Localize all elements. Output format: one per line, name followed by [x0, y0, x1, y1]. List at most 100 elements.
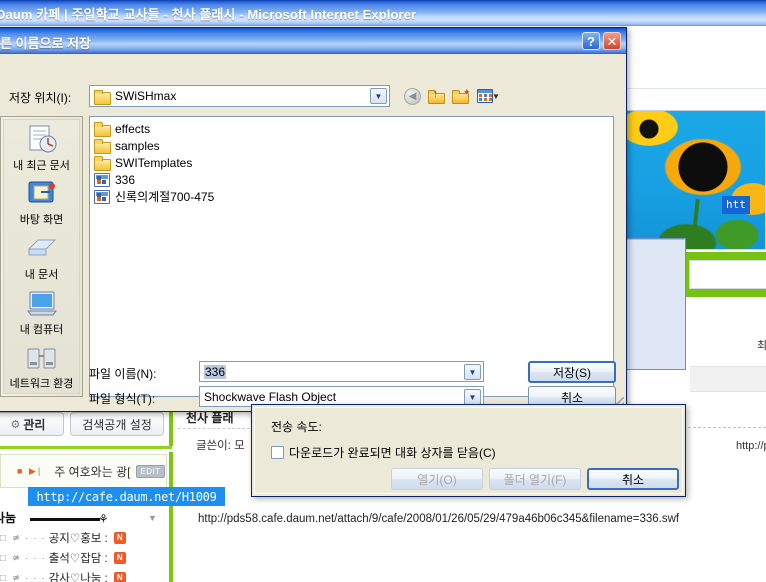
file-list-item[interactable]: effects	[90, 120, 613, 137]
filetype-value: Shockwave Flash Object	[204, 389, 337, 404]
board-label: 공지♡홍보 :	[48, 533, 108, 545]
content-divider	[624, 88, 766, 89]
lookin-value: SWiSHmax	[115, 89, 177, 103]
cancel-button-label: 취소	[560, 390, 584, 405]
new-folder-glyph: ✦	[451, 87, 471, 104]
filename-label: 파일 이름(N):	[89, 367, 157, 381]
list-item[interactable]: □ ≄ · · · 출석♡잡담 : N	[0, 548, 170, 568]
lookin-label: 저장 위치(I):	[9, 91, 72, 105]
file-list-item[interactable]: 신록의계절700-475	[90, 188, 613, 205]
board-icon: □	[0, 552, 7, 564]
desktop-icon	[25, 178, 59, 210]
chevron-down-icon[interactable]: ▼	[370, 88, 387, 104]
screen: htt 최 http://p ⚙ 관리 검색공개 설정 ■ ▶| 주 여호와는 …	[0, 0, 766, 582]
close-when-done-row[interactable]: 다운로드가 완료되면 대화 상자를 닫음(C)	[271, 444, 496, 461]
recent-documents-icon	[25, 124, 59, 156]
open-button[interactable]: 열기(O)	[391, 468, 483, 490]
save-button[interactable]: 저장(S)	[528, 361, 616, 383]
search-setting-button[interactable]: 검색공개 설정	[70, 412, 164, 436]
back-arrow-glyph: ◀	[404, 87, 421, 105]
image-url-chip: htt	[722, 196, 750, 214]
new-folder-icon[interactable]: ✦	[450, 86, 471, 106]
sidebar-item-desktop[interactable]: 바탕 화면	[4, 178, 79, 227]
save-as-dialog: 른 이름으로 저장 ? ✕ 저장 위치(I): SWiSHmax ▼ ◀ ↑ ✦…	[0, 27, 627, 412]
manage-button-label: 관리	[23, 417, 46, 432]
places-bar-inner: 내 최근 문서 바탕 화면 내 문서 내 컴퓨터 네트워크 환경	[3, 119, 80, 394]
save-dialog-title: 른 이름으로 저장	[0, 36, 91, 51]
file-name: samples	[115, 138, 160, 153]
board-indent: ≄ · · ·	[12, 572, 46, 582]
open-folder-button-label: 폴더 열기(F)	[503, 472, 567, 487]
chevron-down-icon[interactable]: ▼	[464, 389, 481, 405]
right-http-text: http://p	[736, 440, 766, 452]
back-arrow-icon[interactable]: ◀	[402, 86, 423, 106]
gear-icon: ⚙	[10, 418, 21, 431]
right-text-fragment: 최	[757, 340, 766, 352]
network-places-icon	[25, 342, 59, 374]
green-accent-band	[683, 252, 766, 297]
cafe-banner[interactable]: ■ ▶| 주 여호와는 광[ EDIT	[0, 454, 167, 488]
filename-input[interactable]: 336 ▼	[199, 361, 484, 382]
browser-titlebar[interactable]: Daum 카페 | 주일학교 교사들 - 천사 플래시 - Microsoft …	[0, 0, 766, 26]
right-gray-panel	[690, 366, 766, 392]
sidebar-item-label: 네트워크 환경	[9, 378, 74, 390]
banner-edit-button[interactable]: EDIT	[136, 464, 165, 478]
list-item[interactable]: □ ≄ · · · 공지♡홍보 : N	[0, 528, 170, 548]
cafe-section-label: 나눔	[0, 511, 17, 525]
sidebar-item-my-documents[interactable]: 내 문서	[4, 233, 79, 282]
new-badge: N	[113, 532, 126, 544]
file-list-item[interactable]: samples	[90, 137, 613, 154]
download-dialog-inner: 전송 속도: 다운로드가 완료되면 대화 상자를 닫음(C) 열기(O) 폴더 …	[254, 407, 683, 494]
download-dialog: 전송 속도: 다운로드가 완료되면 대화 상자를 닫음(C) 열기(O) 폴더 …	[251, 404, 686, 497]
chevron-down-icon[interactable]: ▼	[492, 92, 500, 101]
status-bar-url: http://pds58.cafe.daum.net/attach/9/cafe…	[198, 513, 680, 525]
file-name: SWITemplates	[115, 155, 193, 170]
help-button[interactable]: ?	[582, 32, 600, 50]
sidebar-item-label: 내 컴퓨터	[19, 324, 64, 336]
board-label: 감사♡나눔 :	[48, 573, 108, 582]
board-label: 출석♡잡담 :	[48, 553, 108, 565]
list-item[interactable]: □ ≄ · · · 감사♡나눔 : N	[0, 568, 170, 582]
new-badge: N	[113, 572, 126, 582]
sidebar-item-label: 내 문서	[24, 269, 59, 281]
chevron-down-icon[interactable]: ▼	[148, 513, 157, 523]
close-when-done-checkbox[interactable]	[271, 446, 284, 459]
close-when-done-label: 다운로드가 완료되면 대화 상자를 닫음(C)	[289, 446, 496, 460]
banner-player-controls-icon[interactable]: ■ ▶|	[17, 466, 42, 477]
my-documents-icon	[25, 233, 59, 265]
filetype-label: 파일 형식(T):	[89, 392, 156, 406]
green-vertical-rule-2	[169, 452, 173, 492]
open-button-label: 열기(O)	[417, 472, 457, 487]
article-author-fragment: 글쓴이: 모	[196, 440, 245, 452]
lookin-combobox[interactable]: SWiSHmax ▼	[89, 85, 390, 107]
banner-text: 주 여호와는 광[	[54, 464, 131, 479]
inner-window-body	[624, 240, 686, 370]
folder-icon	[94, 89, 111, 105]
board-indent: ≄ · · ·	[12, 532, 46, 544]
file-list-item[interactable]: SWITemplates	[90, 154, 613, 171]
board-icon: □	[0, 532, 7, 544]
download-cancel-button[interactable]: 취소	[587, 468, 679, 490]
board-indent: ≄ · · ·	[12, 552, 46, 564]
up-one-level-icon[interactable]: ↑	[426, 86, 447, 106]
sunflower-image	[624, 110, 766, 250]
sidebar-item-my-computer[interactable]: 내 컴퓨터	[4, 288, 79, 337]
new-badge: N	[113, 552, 126, 564]
manage-button[interactable]: ⚙ 관리	[0, 412, 64, 436]
file-list-item[interactable]: 336	[90, 171, 613, 188]
sidebar-item-recent-documents[interactable]: 내 최근 문서	[4, 124, 79, 173]
folder-icon	[94, 121, 111, 137]
green-vertical-rule-1	[169, 409, 173, 446]
chevron-down-icon[interactable]: ▼	[464, 364, 481, 380]
save-dialog-titlebar[interactable]: 른 이름으로 저장 ? ✕	[0, 28, 626, 54]
open-folder-button[interactable]: 폴더 열기(F)	[489, 468, 581, 490]
cafe-section-line	[30, 518, 100, 521]
cafe-section-ornament-icon: ⚘	[98, 512, 109, 526]
close-icon[interactable]: ✕	[603, 32, 621, 50]
file-list[interactable]: effects samples SWITemplates 336 신록의계절70…	[89, 116, 614, 397]
sidebar-item-network-places[interactable]: 네트워크 환경	[4, 342, 79, 391]
link-status-tooltip: http://cafe.daum.net/H1009	[28, 487, 225, 506]
green-band-inner	[689, 260, 766, 289]
save-dialog-body: 저장 위치(I): SWiSHmax ▼ ◀ ↑ ✦ ▼ 내 최근 문서 바탕 …	[0, 54, 626, 411]
my-computer-icon	[25, 288, 59, 320]
